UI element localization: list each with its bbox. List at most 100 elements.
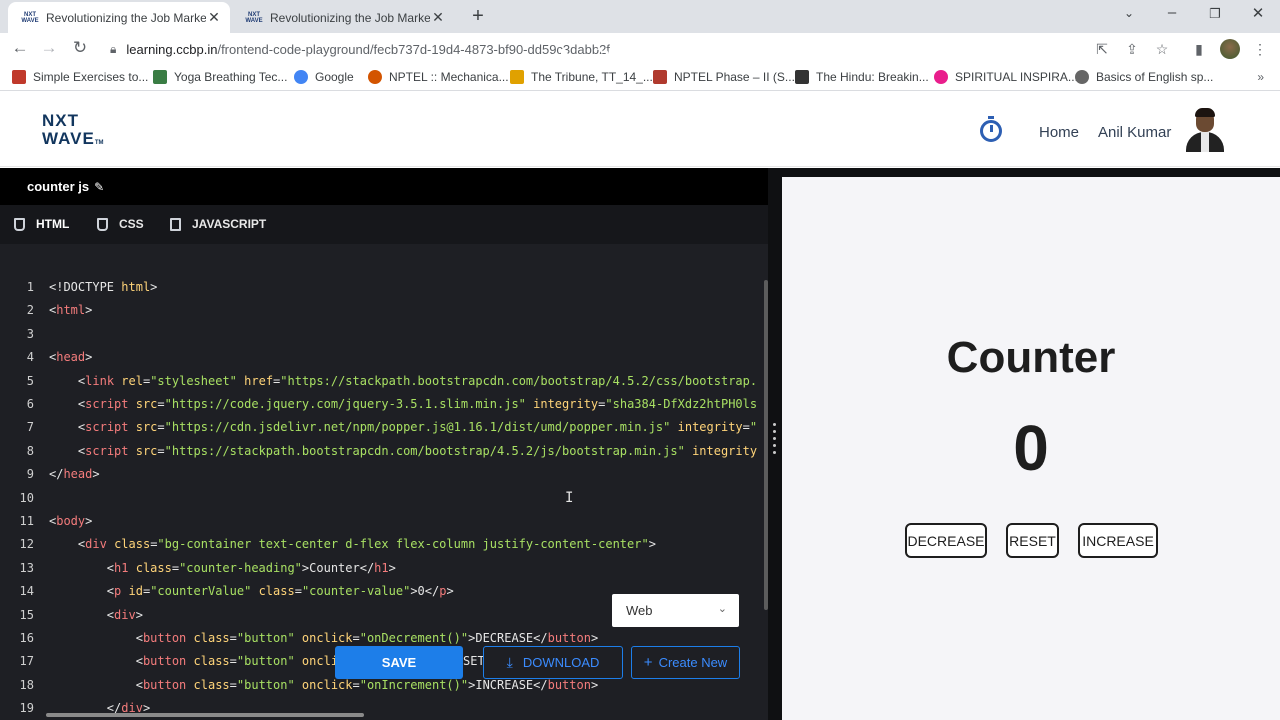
code-text: <button class="button" onclick="onDecrem…: [135, 631, 599, 645]
create-new-button[interactable]: + Create New: [631, 646, 740, 679]
pane-splitter[interactable]: [768, 168, 782, 720]
bookmarks-overflow-icon[interactable]: »: [1257, 70, 1264, 84]
bookmark-favicon-icon: [153, 70, 167, 84]
line-number: 11: [19, 514, 34, 528]
close-tab-icon[interactable]: ✕: [206, 9, 222, 26]
line-number: 7: [26, 420, 34, 435]
save-button[interactable]: SAVE: [335, 646, 463, 679]
line-number: 6: [26, 397, 34, 411]
avatar[interactable]: [1184, 108, 1226, 152]
close-tab-icon[interactable]: ✕: [430, 9, 446, 26]
reset-button[interactable]: RESET: [1006, 523, 1059, 558]
bookmark-item[interactable]: NPTEL :: Mechanica...: [368, 70, 509, 84]
line-number: 8: [26, 443, 34, 458]
line-number: 4: [26, 350, 34, 365]
code-text: <link rel="stylesheet" href="https://sta…: [77, 373, 758, 388]
line-number: 16: [19, 631, 34, 645]
url-path: /frontend-code-playground/fecb737d-19d4-…: [217, 41, 610, 57]
line-number: 12: [19, 537, 34, 552]
bookmark-item[interactable]: Basics of English sp...: [1075, 70, 1213, 84]
browser-tab-2[interactable]: NXT WAVE Revolutionizing the Job Market |…: [232, 2, 454, 33]
js-file-icon: [170, 217, 181, 231]
line-number: 18: [19, 677, 34, 692]
edit-pencil-icon[interactable]: ✎: [94, 180, 104, 194]
code-text: <script src="https://stackpath.bootstrap…: [77, 443, 758, 458]
lock-icon: 🔒︎: [110, 41, 117, 56]
download-icon: ⤓: [506, 654, 513, 670]
open-in-app-icon[interactable]: ⇱: [1092, 41, 1112, 58]
line-number: 15: [19, 607, 34, 622]
close-window-icon[interactable]: ✕: [1243, 4, 1273, 22]
bookmark-favicon-icon: [653, 70, 667, 84]
code-text: <div class="bg-container text-center d-f…: [77, 537, 656, 552]
increase-button[interactable]: INCREASE: [1078, 523, 1158, 558]
code-text: <html>: [49, 303, 93, 318]
inspect-toggle[interactable]: Inspect: [677, 48, 749, 64]
reload-icon[interactable]: ↻: [69, 38, 91, 58]
forward-arrow-icon[interactable]: →: [38, 38, 60, 58]
stopwatch-icon[interactable]: [980, 116, 1002, 142]
counter-heading: Counter: [946, 333, 1116, 382]
code-text: <button class="button" onclick="onIncrem…: [135, 677, 599, 692]
nav-home-link[interactable]: Home: [1039, 124, 1079, 141]
line-number: 17: [19, 654, 34, 669]
line-number: 2: [26, 303, 34, 318]
code-text: <p id="counterValue" class="counter-valu…: [106, 584, 454, 599]
minimize-icon[interactable]: –: [1157, 4, 1187, 21]
browser-tab-1[interactable]: NXT WAVE Revolutionizing the Job Market |…: [8, 2, 230, 33]
tab-title: Revolutionizing the Job Market |: [270, 10, 430, 25]
html5-icon: [14, 217, 25, 231]
line-number: 14: [19, 584, 34, 599]
new-tab-icon[interactable]: +: [466, 5, 490, 28]
code-text: <!DOCTYPE html>: [49, 280, 158, 294]
browser-profile-avatar[interactable]: [1220, 39, 1240, 59]
share-icon[interactable]: ⇪: [1122, 41, 1142, 58]
bookmark-item[interactable]: The Tribune, TT_14_...: [510, 70, 653, 84]
bookmark-star-icon[interactable]: ☆: [1152, 41, 1172, 58]
tab-html[interactable]: HTML: [14, 217, 69, 231]
line-number: 19: [19, 701, 34, 716]
app-header: NXT WAVETM Home Anil Kumar: [0, 92, 1280, 167]
browser-tab-strip: NXT WAVE Revolutionizing the Job Market |…: [0, 0, 1280, 33]
project-title[interactable]: counter js: [27, 179, 89, 194]
restore-icon[interactable]: ❐: [1200, 6, 1230, 22]
editor-toolbar: HTML CSS JAVASCRIPT: [0, 205, 768, 244]
bookmarks-bar: Simple Exercises to... Yoga Breathing Te…: [0, 65, 1280, 91]
bookmark-item[interactable]: SPIRITUAL INSPIRA...: [934, 70, 1078, 84]
counter-value: 0: [1013, 412, 1049, 484]
user-name[interactable]: Anil Kumar: [1098, 124, 1171, 141]
horizontal-scrollbar[interactable]: [46, 713, 364, 717]
decrease-button[interactable]: DECREASE: [905, 523, 987, 558]
download-button[interactable]: ⤓ DOWNLOAD: [483, 646, 623, 679]
settings-gear-icon[interactable]: ⚙: [636, 44, 652, 65]
bookmark-item[interactable]: The Hindu: Breakin...: [795, 70, 929, 84]
nxtwave-logo[interactable]: NXT WAVETM: [42, 112, 103, 152]
code-text: <script src="https://cdn.jsdelivr.net/np…: [77, 420, 758, 435]
globe-icon: [1075, 70, 1089, 84]
drag-handle-icon[interactable]: [773, 423, 777, 458]
run-play-icon[interactable]: [561, 49, 573, 65]
bookmark-favicon-icon: [795, 70, 809, 84]
nxtwave-favicon-icon: NXT WAVE: [245, 11, 263, 24]
code-text: <h1 class="counter-heading">Counter</h1>: [106, 560, 396, 575]
bookmark-item[interactable]: Simple Exercises to...: [12, 70, 148, 84]
code-text: <button class="button" oncli: [135, 654, 339, 669]
browser-menu-icon[interactable]: ⋮: [1250, 41, 1270, 58]
side-panel-icon[interactable]: ▮: [1189, 41, 1209, 58]
platform-select[interactable]: Web ⌄: [612, 594, 739, 627]
line-number: 9: [26, 467, 34, 482]
tab-css[interactable]: CSS: [97, 217, 144, 231]
checkbox-icon: [677, 48, 692, 64]
reset-reload-icon[interactable]: ↻: [596, 45, 610, 65]
project-title-bar: counter js ✎: [0, 168, 768, 205]
line-number: 13: [19, 560, 34, 575]
bookmark-item[interactable]: Yoga Breathing Tec...: [153, 70, 287, 84]
plus-icon: +: [643, 654, 653, 671]
bookmark-item[interactable]: Google: [294, 70, 354, 84]
bookmark-favicon-icon: [934, 70, 948, 84]
tab-javascript[interactable]: JAVASCRIPT: [170, 217, 266, 231]
tab-search-chevron-icon[interactable]: ⌄: [1114, 6, 1144, 20]
back-arrow-icon[interactable]: ←: [9, 38, 31, 58]
nxtwave-favicon-icon: NXT WAVE: [21, 11, 39, 24]
bookmark-item[interactable]: NPTEL Phase – II (S...: [653, 70, 795, 84]
